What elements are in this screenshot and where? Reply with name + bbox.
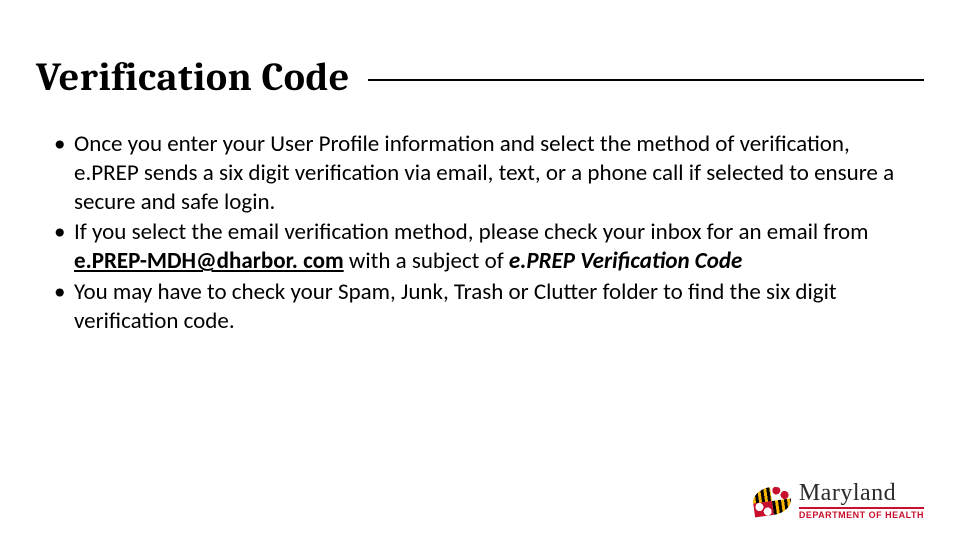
bullet-2-mid: with a subject of xyxy=(344,247,509,275)
bullet-1: Once you enter your User Profile informa… xyxy=(54,130,904,216)
slide-title: Verification Code xyxy=(36,54,368,100)
logo-text: Maryland DEPARTMENT OF HEALTH xyxy=(799,481,924,520)
verification-email-address: e.PREP-MDH@dharbor. com xyxy=(74,247,344,275)
slide: Verification Code Once you enter your Us… xyxy=(0,0,960,540)
title-rule xyxy=(368,79,924,81)
bullet-2-pre: If you select the email verification met… xyxy=(74,218,869,246)
maryland-health-logo: Maryland DEPARTMENT OF HEALTH xyxy=(753,481,924,520)
bullet-2: If you select the email verification met… xyxy=(54,218,904,276)
title-row: Verification Code xyxy=(36,54,924,100)
verification-email-subject: e.PREP Verification Code xyxy=(509,247,742,275)
logo-main-text: Maryland xyxy=(799,481,924,505)
bullet-3-text: You may have to check your Spam, Junk, T… xyxy=(74,278,837,335)
maryland-flag-icon xyxy=(751,484,793,517)
body-text: Once you enter your User Profile informa… xyxy=(54,130,904,337)
bullet-1-text: Once you enter your User Profile informa… xyxy=(74,130,894,216)
bullet-3: You may have to check your Spam, Junk, T… xyxy=(54,278,904,336)
logo-sub-text: DEPARTMENT OF HEALTH xyxy=(799,507,924,520)
